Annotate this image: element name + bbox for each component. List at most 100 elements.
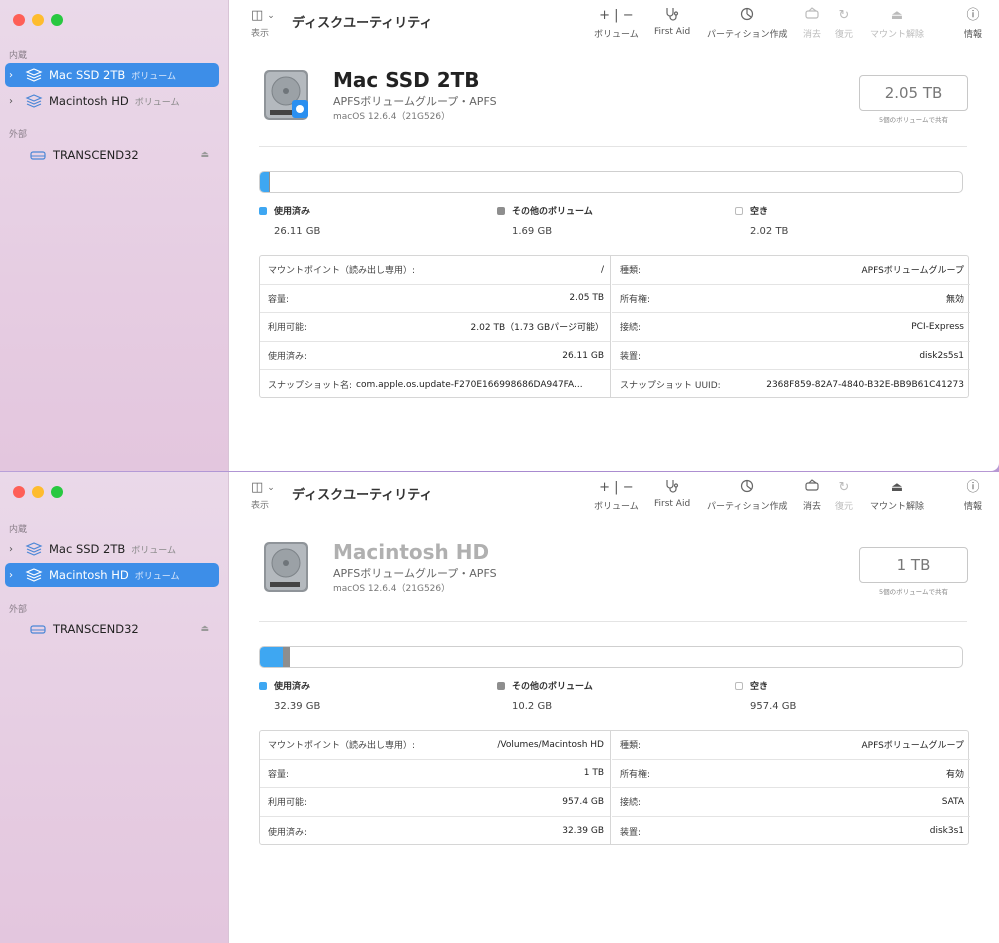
info-row-available: 利用可能: 2.02 TB（1.73 GBパージ可能） <box>260 313 610 342</box>
unmount-button[interactable]: ⏏ マウント解除 <box>870 479 924 512</box>
legend-used-swatch <box>259 681 267 690</box>
info-row-ownership: 所有権: 有効 <box>612 760 970 789</box>
shared-volumes-note: 5個のボリュームで共有 <box>879 588 948 596</box>
volume-stack-icon <box>25 568 43 582</box>
volume-button[interactable]: + | − ボリューム <box>594 479 639 512</box>
partition-button[interactable]: パーティション作成 <box>707 479 787 512</box>
sidebar-item-tag: ボリューム <box>134 97 180 108</box>
legend-free-swatch <box>735 206 743 215</box>
capacity-box: 2.05 TB <box>859 75 968 111</box>
external-drive-icon <box>30 151 46 160</box>
info-column-left: マウントポイント（読み出し専用）: / 容量: 2.05 TB 利用可能: 2.02 … <box>260 256 611 397</box>
legend-other: その他のボリューム 10.2 GB <box>497 679 593 712</box>
info-row-available: 利用可能: 957.4 GB <box>260 788 610 817</box>
restore-button[interactable]: ↻ 復元 <box>835 479 853 512</box>
info-row-snapshot-name: スナップショット名: com.apple.os.update-F270E16699… <box>268 379 583 392</box>
zoom-button[interactable] <box>51 14 63 26</box>
usage-bar <box>259 171 963 193</box>
pie-icon <box>707 479 787 496</box>
info-button[interactable]: ⓘ 情報 <box>964 7 982 40</box>
add-remove-icon: + | − <box>599 8 634 23</box>
sidebar-item-transcend32[interactable]: TRANSCEND32 ⏏ <box>5 143 219 167</box>
legend-used-value: 26.11 GB <box>274 226 321 237</box>
eject-icon[interactable]: ⏏ <box>200 624 209 634</box>
usage-bar-other <box>268 172 271 192</box>
info-column-right: 種類: APFSボリュームグループ 所有権: 有効 接続: SATA 装置: disk3… <box>612 731 970 844</box>
sidebar-item-label: TRANSCEND32 <box>53 148 139 162</box>
info-row-connection: 接続: SATA <box>612 788 970 817</box>
sidebar-item-label: Macintosh HD <box>49 94 129 108</box>
sidebar: 内蔵 › Mac SSD 2TB ボリューム › Macintosh HD ボリ… <box>0 0 229 471</box>
sidebar-item-label: Mac SSD 2TB <box>49 68 126 82</box>
legend-free-value: 2.02 TB <box>750 226 789 237</box>
unmount-button[interactable]: ⏏ マウント解除 <box>870 7 924 40</box>
legend-other-value: 10.2 GB <box>512 701 553 712</box>
usage-bar <box>259 646 963 668</box>
disk-os-version: macOS 12.6.4（21G526） <box>333 112 451 122</box>
chevron-right-icon[interactable]: › <box>9 570 21 581</box>
minimize-button[interactable] <box>32 486 44 498</box>
first-aid-button[interactable]: First Aid <box>654 479 690 509</box>
info-table: マウントポイント（読み出し専用）:/Volumes/Macintosh HD 容… <box>259 730 970 845</box>
close-button[interactable] <box>13 14 25 26</box>
legend-free-swatch <box>735 681 743 690</box>
legend-free: 空き 957.4 GB <box>735 679 796 712</box>
view-menu[interactable]: ◫ ⌄ 表示 <box>251 8 291 39</box>
toolbar: ◫ ⌄ 表示 ディスクユーティリティ + | − ボリューム First Aid … <box>229 0 999 46</box>
info-row-used: 使用済み: 32.39 GB <box>268 826 604 838</box>
volume-stack-icon <box>25 542 43 556</box>
legend-other-swatch <box>497 206 505 215</box>
sidebar-item-label: TRANSCEND32 <box>53 622 139 636</box>
disk-name: Mac SSD 2TB <box>333 68 480 92</box>
sidebar-item-tag: ボリューム <box>131 545 177 556</box>
capacity-box: 1 TB <box>859 547 968 583</box>
sidebar-item-tag: ボリューム <box>131 71 177 82</box>
sidebar-item-transcend32[interactable]: TRANSCEND32 ⏏ <box>5 617 219 641</box>
info-row-capacity: 容量: 1 TB <box>260 760 610 789</box>
minimize-button[interactable] <box>32 14 44 26</box>
sidebar-item-macintosh-hd[interactable]: › Macintosh HD ボリューム <box>5 563 219 587</box>
shared-volumes-note: 5個のボリュームで共有 <box>879 116 948 124</box>
window-controls <box>13 486 63 498</box>
legend-used-value: 32.39 GB <box>274 701 321 712</box>
restore-button[interactable]: ↻ 復元 <box>835 7 853 40</box>
legend-free-value: 957.4 GB <box>750 701 797 712</box>
divider <box>259 146 967 147</box>
chevron-right-icon[interactable]: › <box>9 70 21 81</box>
detail-pane: Macintosh HD APFSボリュームグループ・APFS macOS 12… <box>229 518 999 943</box>
restore-icon: ↻ <box>838 8 850 23</box>
window-title: ディスクユーティリティ <box>292 488 433 503</box>
sidebar-item-mac-ssd-2tb[interactable]: › Mac SSD 2TB ボリューム <box>5 537 219 561</box>
partition-button[interactable]: パーティション作成 <box>707 7 787 40</box>
info-column-left: マウントポイント（読み出し専用）:/Volumes/Macintosh HD 容… <box>260 731 611 844</box>
sidebar-item-mac-ssd-2tb[interactable]: › Mac SSD 2TB ボリューム <box>5 63 219 87</box>
disk-name: Macintosh HD <box>333 540 490 564</box>
sidebar-item-macintosh-hd[interactable]: › Macintosh HD ボリューム <box>5 89 219 113</box>
sidebar-section-internal: 内蔵 <box>9 51 28 61</box>
view-menu[interactable]: ◫ ⌄ 表示 <box>251 480 291 511</box>
disk-utility-window-bottom: 内蔵 › Mac SSD 2TB ボリューム › Macintosh HD ボリ… <box>0 472 999 943</box>
usage-bar-used <box>260 172 269 192</box>
eject-icon[interactable]: ⏏ <box>200 150 209 160</box>
chevron-right-icon[interactable]: › <box>9 544 21 555</box>
erase-button[interactable]: 消去 <box>803 479 821 512</box>
info-row-mount-point: マウントポイント（読み出し専用）: / <box>260 256 610 285</box>
volume-button[interactable]: + | − ボリューム <box>594 7 639 40</box>
volume-stack-icon <box>25 94 43 108</box>
disk-subtitle: APFSボリュームグループ・APFS <box>333 95 497 108</box>
sidebar-section-external: 外部 <box>9 605 28 615</box>
legend-used: 使用済み 32.39 GB <box>259 679 320 712</box>
zoom-button[interactable] <box>51 486 63 498</box>
pie-icon <box>707 7 787 24</box>
legend-used: 使用済み 26.11 GB <box>259 204 320 237</box>
divider <box>259 621 967 622</box>
sidebar-item-tag: ボリューム <box>134 571 180 582</box>
legend-free: 空き 2.02 TB <box>735 204 788 237</box>
close-button[interactable] <box>13 486 25 498</box>
chevron-down-icon: ⌄ <box>267 10 275 21</box>
info-button[interactable]: ⓘ 情報 <box>964 479 982 512</box>
erase-button[interactable]: 消去 <box>803 7 821 40</box>
chevron-right-icon[interactable]: › <box>9 96 21 107</box>
detail-pane: Mac SSD 2TB APFSボリュームグループ・APFS macOS 12.… <box>229 46 999 471</box>
first-aid-button[interactable]: First Aid <box>654 7 690 37</box>
